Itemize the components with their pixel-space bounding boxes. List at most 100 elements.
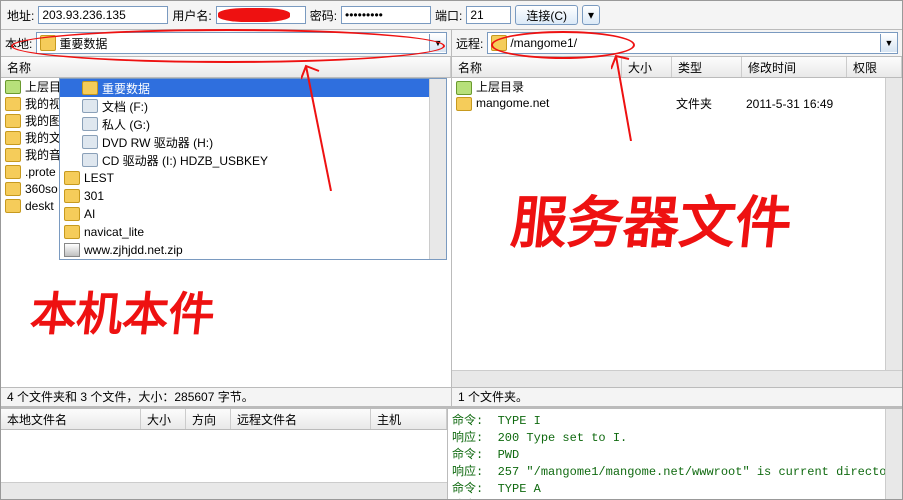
list-item[interactable]: 上层目录 bbox=[452, 78, 902, 95]
port-label: 端口: bbox=[435, 7, 462, 24]
connect-dropdown-button[interactable]: ▾ bbox=[582, 5, 600, 25]
list-item[interactable]: mangome.net文件夹2011-5-31 16:49 bbox=[452, 95, 902, 112]
col-name[interactable]: 名称 bbox=[452, 57, 622, 77]
queue-hscroll[interactable] bbox=[1, 482, 447, 499]
file-name: mangome.net bbox=[476, 96, 549, 110]
remote-list-header: 名称 大小 类型 修改时间 权限 bbox=[452, 57, 902, 78]
username-label: 用户名: bbox=[172, 7, 211, 24]
log-value: TYPE I bbox=[498, 414, 541, 428]
log-line: 响应: 200 Type set to A. bbox=[452, 496, 898, 499]
local-path-combo[interactable]: 重要数据 ▼ bbox=[36, 32, 447, 54]
drive-icon bbox=[82, 153, 98, 167]
log-line: 响应: 200 Type set to I. bbox=[452, 428, 898, 445]
dropdown-item[interactable]: AI bbox=[60, 205, 446, 223]
up-icon bbox=[5, 80, 21, 94]
log-line: 命令: TYPE A bbox=[452, 479, 898, 496]
folder-icon bbox=[64, 225, 80, 239]
password-label: 密码: bbox=[310, 7, 337, 24]
dropdown-item-label: LEST bbox=[84, 171, 114, 185]
local-file-list[interactable]: 上层目我的视我的图我的文我的音.prote360sodeskt 重要数据文档 (… bbox=[1, 78, 451, 387]
col-size[interactable]: 大小 bbox=[622, 57, 672, 77]
col-direction[interactable]: 方向 bbox=[186, 409, 231, 429]
item-label: .prote bbox=[25, 165, 60, 179]
item-label: deskt bbox=[25, 199, 58, 213]
folder-icon bbox=[5, 97, 21, 111]
dropdown-item-label: www.zjhjdd.net.zip bbox=[84, 243, 183, 257]
col-size[interactable]: 大小 bbox=[141, 409, 186, 429]
address-label: 地址: bbox=[7, 7, 34, 24]
dropdown-item[interactable]: 重要数据 bbox=[60, 79, 446, 97]
folder-icon bbox=[456, 97, 472, 111]
annotation-remote-handwriting: 服务器文件 bbox=[508, 178, 797, 259]
remote-path-combo[interactable]: /mangome1/ ▼ bbox=[487, 32, 898, 54]
remote-file-list[interactable]: 上层目录mangome.net文件夹2011-5-31 16:49 服务器文件 bbox=[452, 78, 902, 370]
file-name: 上层目录 bbox=[476, 80, 524, 94]
folder-icon bbox=[64, 189, 80, 203]
annotation-local-handwriting: 本机本件 bbox=[28, 278, 219, 344]
zip-icon bbox=[64, 243, 80, 257]
folder-icon bbox=[40, 35, 56, 51]
connect-button[interactable]: 连接(C) bbox=[515, 5, 578, 25]
password-input[interactable] bbox=[341, 6, 431, 24]
folder-icon bbox=[5, 148, 21, 162]
folder-icon bbox=[82, 81, 98, 95]
dropdown-item[interactable]: navicat_lite bbox=[60, 223, 446, 241]
file-icon bbox=[5, 165, 21, 179]
folder-icon bbox=[5, 182, 21, 196]
dropdown-item[interactable]: CD 驱动器 (I:) HDZB_USBKEY bbox=[60, 151, 446, 169]
dropdown-item[interactable]: 301 bbox=[60, 187, 446, 205]
remote-scrollbar[interactable] bbox=[885, 78, 902, 370]
local-pane: 本地: 重要数据 ▼ 名称 上层目我的视我的图我的文我的音.prote360so… bbox=[1, 30, 452, 407]
col-mtime[interactable]: 修改时间 bbox=[742, 57, 847, 77]
local-list-header: 名称 bbox=[1, 57, 451, 78]
local-status: 4 个文件夹和 3 个文件，大小：285607 字节。 bbox=[1, 387, 451, 407]
col-type[interactable]: 类型 bbox=[672, 57, 742, 77]
log-key: 命令: bbox=[452, 448, 483, 462]
port-input[interactable] bbox=[466, 6, 511, 24]
folder-icon bbox=[64, 171, 80, 185]
dropdown-item[interactable]: 文档 (F:) bbox=[60, 97, 446, 115]
remote-label: 远程: bbox=[456, 35, 483, 52]
log-key: 响应: bbox=[452, 431, 483, 445]
folder-icon bbox=[491, 35, 507, 51]
log-value: 200 Type set to I. bbox=[498, 431, 628, 445]
remote-path-text: /mangome1/ bbox=[510, 36, 880, 50]
transfer-queue: 本地文件名 大小 方向 远程文件名 主机 bbox=[1, 409, 448, 499]
dropdown-item-label: CD 驱动器 (I:) HDZB_USBKEY bbox=[102, 152, 268, 169]
chevron-down-icon[interactable]: ▼ bbox=[429, 34, 446, 52]
remote-pane: 远程: /mangome1/ ▼ 名称 大小 类型 修改时间 权限 上层目录ma… bbox=[452, 30, 902, 407]
remote-status: 1 个文件夹。 bbox=[452, 387, 902, 407]
log-key: 命令: bbox=[452, 414, 483, 428]
file-mtime: 2011-5-31 16:49 bbox=[746, 97, 851, 111]
dropdown-item-label: 301 bbox=[84, 189, 104, 203]
col-local-file[interactable]: 本地文件名 bbox=[1, 409, 141, 429]
col-remote-file[interactable]: 远程文件名 bbox=[231, 409, 371, 429]
dropdown-item[interactable]: www.zjhjdd.net.zip bbox=[60, 241, 446, 259]
col-host[interactable]: 主机 bbox=[371, 409, 447, 429]
remote-hscroll[interactable] bbox=[452, 370, 902, 387]
dropdown-scrollbar[interactable] bbox=[429, 79, 446, 259]
log-line: 响应: 257 "/mangome1/mangome.net/wwwroot" … bbox=[452, 462, 898, 479]
local-path-dropdown[interactable]: 重要数据文档 (F:)私人 (G:)DVD RW 驱动器 (H:)CD 驱动器 … bbox=[59, 78, 447, 260]
dropdown-item[interactable]: LEST bbox=[60, 169, 446, 187]
local-label: 本地: bbox=[5, 35, 32, 52]
log-scrollbar[interactable] bbox=[885, 409, 902, 499]
file-icon bbox=[5, 199, 21, 213]
dropdown-item[interactable]: 私人 (G:) bbox=[60, 115, 446, 133]
col-perm[interactable]: 权限 bbox=[847, 57, 902, 77]
col-name[interactable]: 名称 bbox=[1, 57, 451, 77]
dropdown-item-label: AI bbox=[84, 207, 95, 221]
ftp-log[interactable]: 命令: TYPE I响应: 200 Type set to I.命令: PWD响… bbox=[448, 409, 902, 499]
log-value: 257 "/mangome1/mangome.net/wwwroot" is c… bbox=[498, 465, 902, 479]
dropdown-item-label: DVD RW 驱动器 (H:) bbox=[102, 134, 213, 151]
chevron-down-icon[interactable]: ▼ bbox=[880, 34, 897, 52]
log-line: 命令: PWD bbox=[452, 445, 898, 462]
dropdown-item-label: 文档 (F:) bbox=[102, 98, 148, 115]
log-value: PWD bbox=[498, 448, 520, 462]
address-input[interactable] bbox=[38, 6, 168, 24]
log-key: 响应: bbox=[452, 465, 483, 479]
redaction-mark bbox=[218, 8, 290, 22]
dropdown-item[interactable]: DVD RW 驱动器 (H:) bbox=[60, 133, 446, 151]
queue-body[interactable] bbox=[1, 430, 447, 482]
drive-icon bbox=[82, 117, 98, 131]
